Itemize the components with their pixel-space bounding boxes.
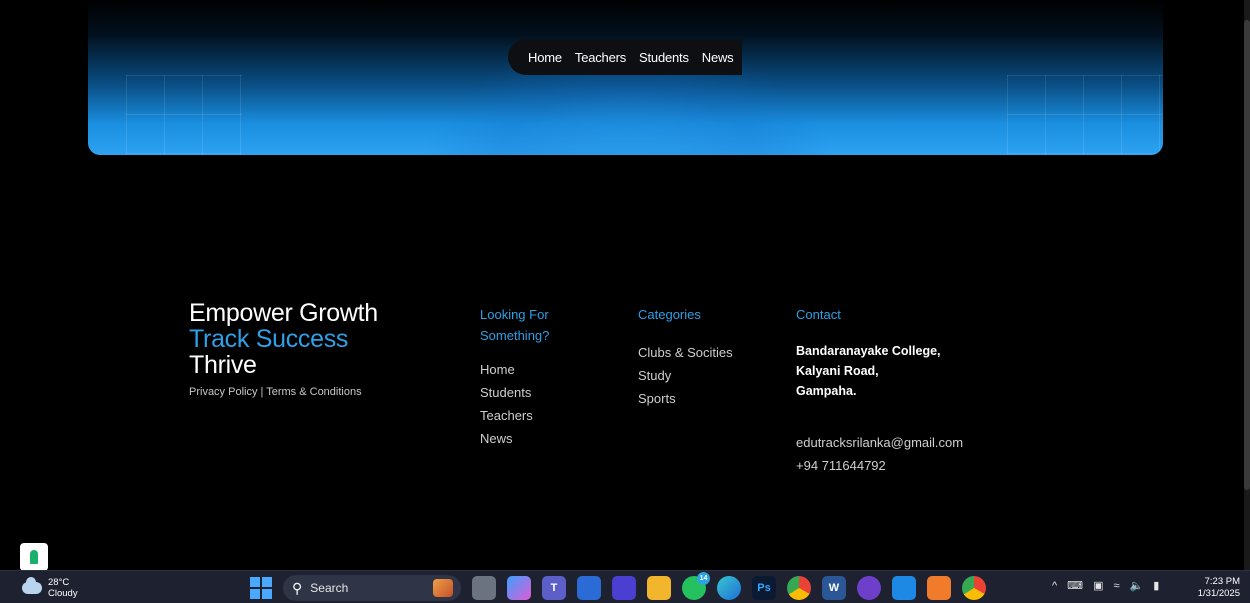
taskbar-clock[interactable]: 7:23 PM 1/31/2025 xyxy=(1198,576,1240,600)
github-icon[interactable] xyxy=(857,576,881,600)
taskbar-search[interactable]: ⚲ Search xyxy=(283,575,461,601)
hero-banner xyxy=(88,0,1163,155)
volume-muted-icon[interactable]: 🔈 xyxy=(1130,579,1144,592)
store-icon[interactable] xyxy=(577,576,601,600)
taskbar: 28°C Cloudy ⚲ Search T 14 Ps W ^ ⌨ ▣ ≈ 🔈… xyxy=(0,570,1250,603)
search-highlight-icon xyxy=(433,579,453,597)
chevron-up-icon[interactable]: ^ xyxy=(1052,580,1057,592)
footer-col-contact: Contact Bandaranayake College, Kalyani R… xyxy=(796,304,996,477)
brand-line-1: Empower Growth xyxy=(189,299,378,327)
hero-grid-left xyxy=(126,75,242,155)
page-scrollbar[interactable] xyxy=(1244,0,1250,570)
category-study[interactable]: Study xyxy=(638,364,778,387)
edge-icon[interactable] xyxy=(717,576,741,600)
contact-address: Bandaranayake College, Kalyani Road, Gam… xyxy=(796,341,996,401)
category-clubs[interactable]: Clubs & Socities xyxy=(638,341,778,364)
widget-icon xyxy=(30,550,38,564)
hero-grid-right xyxy=(1007,75,1163,155)
legal-links[interactable]: Privacy Policy | Terms & Conditions xyxy=(189,386,378,398)
teams-icon[interactable]: T xyxy=(542,576,566,600)
clock-date: 1/31/2025 xyxy=(1197,588,1240,599)
address-line-2: Kalyani Road, xyxy=(796,364,879,378)
contact-phone[interactable]: +94 711644792 xyxy=(796,454,996,477)
start-icon[interactable] xyxy=(250,577,272,599)
search-icon: ⚲ xyxy=(292,579,303,596)
word-icon[interactable]: W xyxy=(822,576,846,600)
weather-condition: Cloudy xyxy=(48,588,78,599)
contact-email[interactable]: edutracksrilanka@gmail.com xyxy=(796,431,996,454)
keyboard-icon[interactable]: ⌨ xyxy=(1067,579,1083,592)
weather-temp: 28°C xyxy=(48,577,70,588)
weather-widget[interactable]: 28°C Cloudy xyxy=(22,577,78,599)
clock-time: 7:23 PM xyxy=(1204,576,1240,587)
photoshop-icon[interactable]: Ps xyxy=(752,576,776,600)
brand-line-3: Thrive xyxy=(189,351,257,379)
search-label: Search xyxy=(310,581,349,595)
task-view-icon[interactable] xyxy=(472,576,496,600)
footer-brand: Empower Growth Track Success Thrive Priv… xyxy=(189,300,378,398)
vscode-icon[interactable] xyxy=(892,576,916,600)
nav-news[interactable]: News xyxy=(702,50,734,65)
whatsapp-badge: 14 xyxy=(697,572,710,585)
address-line-1: Bandaranayake College, xyxy=(796,344,941,358)
display-icon[interactable]: ▣ xyxy=(1093,579,1103,592)
xampp-icon[interactable] xyxy=(927,576,951,600)
file-explorer-icon[interactable] xyxy=(647,576,671,600)
editor-icon[interactable] xyxy=(612,576,636,600)
battery-icon[interactable]: ▮ xyxy=(1153,579,1159,592)
chrome-active-icon[interactable] xyxy=(787,576,811,600)
footer-link-students[interactable]: Students xyxy=(480,381,580,404)
footer-link-home[interactable]: Home xyxy=(480,358,580,381)
brand-line-2: Track Success xyxy=(189,325,349,353)
looking-heading: Looking For Something? xyxy=(480,307,550,343)
scrollbar-thumb[interactable] xyxy=(1244,20,1250,490)
whatsapp-icon[interactable]: 14 xyxy=(682,572,710,600)
nav-home[interactable]: Home xyxy=(528,50,562,65)
address-line-3: Gampaha. xyxy=(796,384,857,398)
contact-heading: Contact xyxy=(796,307,841,322)
category-sports[interactable]: Sports xyxy=(638,387,778,410)
footer-col-categories: Categories Clubs & Socities Study Sports xyxy=(638,304,778,410)
cloud-icon xyxy=(22,577,42,594)
chrome-icon[interactable] xyxy=(962,576,986,600)
copilot-icon[interactable] xyxy=(507,576,531,600)
footer-link-teachers[interactable]: Teachers xyxy=(480,404,580,427)
taskbar-apps: ⚲ Search T 14 Ps W xyxy=(250,572,986,601)
categories-heading: Categories xyxy=(638,307,701,322)
nav-teachers[interactable]: Teachers xyxy=(575,50,626,65)
nav-students[interactable]: Students xyxy=(639,50,689,65)
footer-link-news[interactable]: News xyxy=(480,427,580,450)
top-nav: Home Teachers Students News xyxy=(508,39,742,75)
system-tray: ^ ⌨ ▣ ≈ 🔈 ▮ xyxy=(1052,579,1159,593)
floating-widget-button[interactable] xyxy=(20,543,48,571)
wifi-icon[interactable]: ≈ xyxy=(1113,580,1119,592)
footer-col-looking: Looking For Something? Home Students Tea… xyxy=(480,304,580,450)
